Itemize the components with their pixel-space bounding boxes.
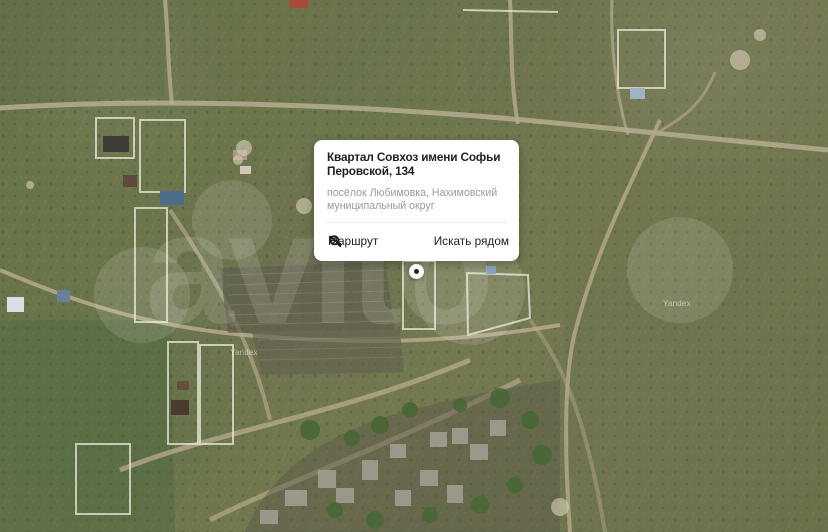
satellite-map[interactable]: avito Yandex Yandex Квартал Совхоз имени…: [0, 0, 828, 532]
address-title: Квартал Совхоз имени Софьи Перовской, 13…: [327, 150, 501, 178]
yandex-map-label-secondary: Yandex: [230, 348, 258, 357]
popup-divider: [326, 222, 507, 223]
address-subtitle: посёлок Любимовка, Нахимовский муниципал…: [327, 187, 498, 212]
search-nearby-button[interactable]: Искать рядом: [329, 234, 509, 248]
search-nearby-icon: [329, 235, 342, 248]
yandex-map-label: Yandex: [663, 299, 691, 308]
address-popup: Квартал Совхоз имени Софьи Перовской, 13…: [314, 140, 519, 261]
popup-actions: Маршрут Искать рядом: [328, 234, 509, 248]
location-marker[interactable]: [409, 264, 424, 279]
search-nearby-button-label: Искать рядом: [433, 234, 509, 248]
